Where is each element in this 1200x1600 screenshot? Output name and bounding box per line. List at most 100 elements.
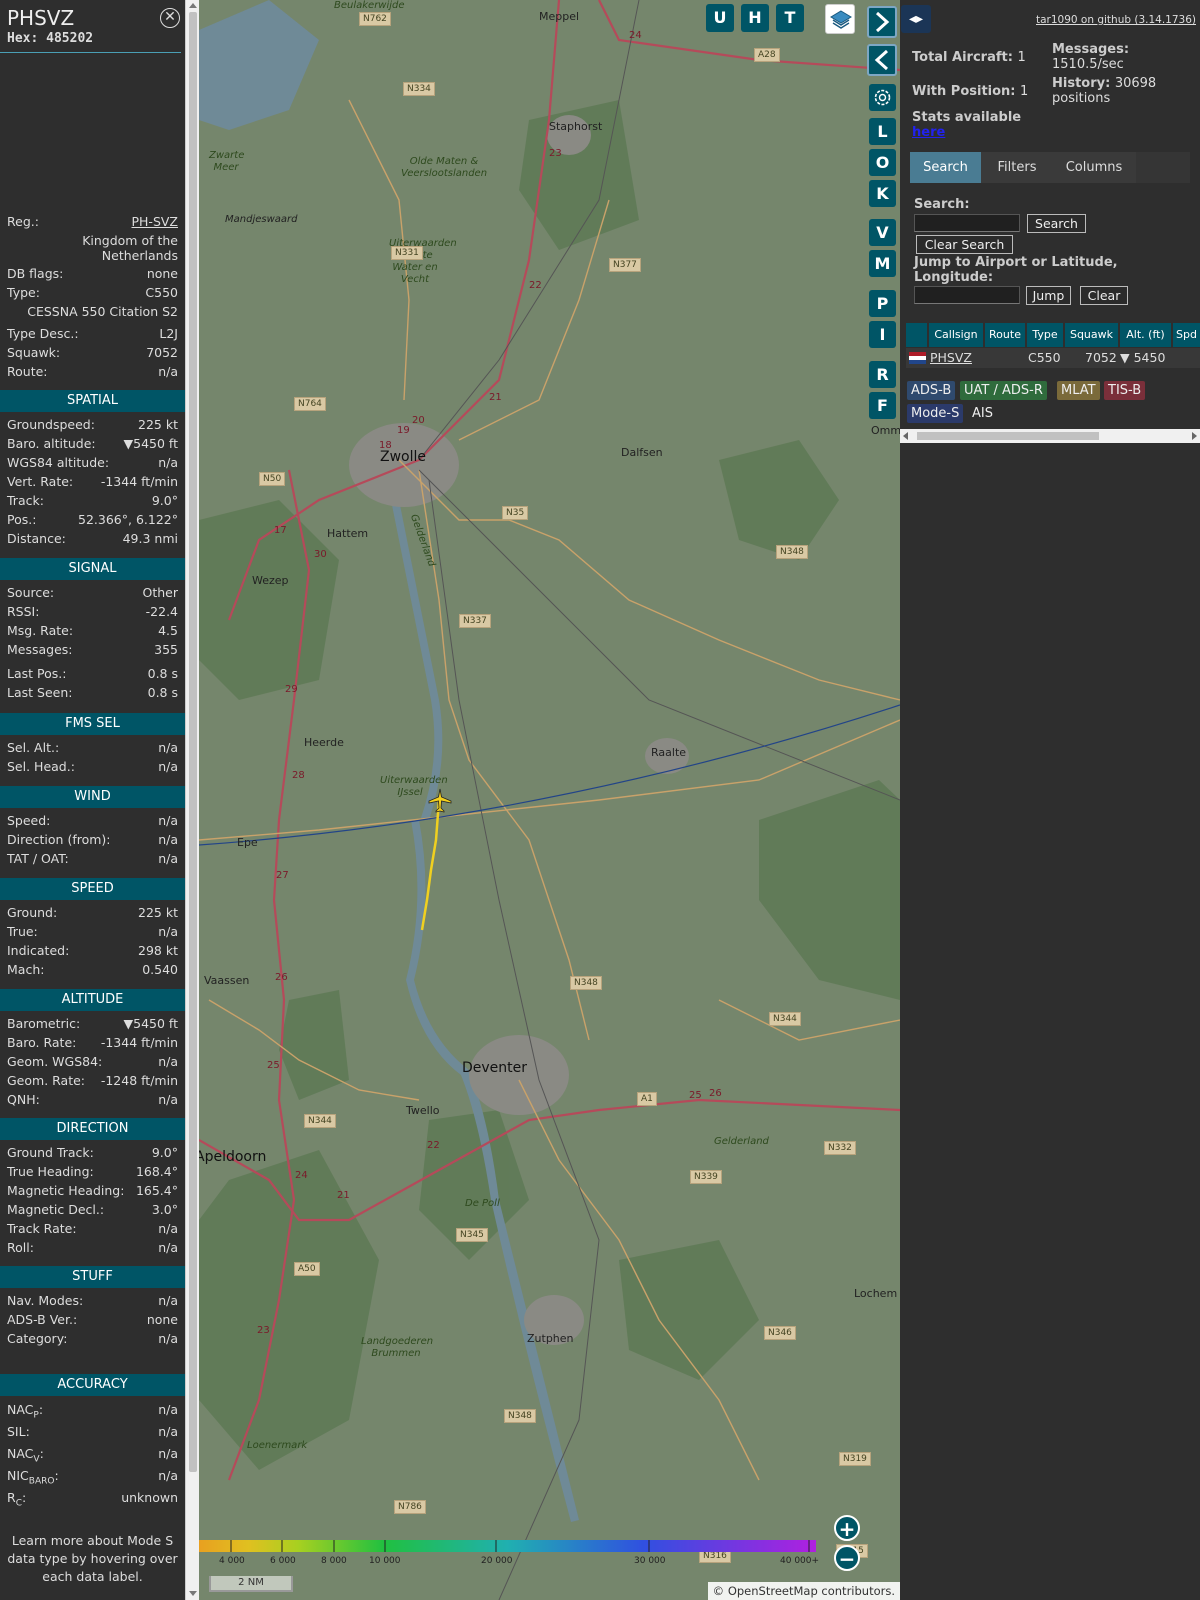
button-m[interactable]: M: [869, 250, 896, 277]
search-button[interactable]: Search: [1027, 214, 1086, 233]
clear-search-button[interactable]: Clear Search: [916, 235, 1013, 254]
button-f[interactable]: F: [869, 392, 896, 419]
scroll-down-icon[interactable]: [189, 1591, 197, 1596]
clear-jump-button[interactable]: Clear: [1080, 286, 1128, 305]
scroll-thumb[interactable]: [189, 12, 197, 1472]
column-altitude[interactable]: Alt. (ft): [1120, 323, 1172, 347]
detail-label: QNH:: [7, 1092, 40, 1107]
app-root: PHSVZ Hex: 485202 ✕ Reg.: PH-SVZ Kingdom …: [0, 0, 1200, 1600]
stats-available: Stats available: [912, 110, 1022, 125]
scroll-right-icon[interactable]: [1192, 432, 1197, 440]
detail-value: n/a: [158, 1054, 178, 1069]
detail-value: -1344 ft/min: [100, 474, 178, 489]
button-h[interactable]: H: [741, 4, 769, 32]
town-label: Apeldoorn: [199, 1149, 267, 1165]
tab-extra[interactable]: [1136, 152, 1190, 183]
button-t[interactable]: T: [776, 4, 804, 32]
detail-value: n/a: [158, 832, 178, 847]
legend-tick: 4 000: [219, 1556, 245, 1566]
detail-row: Indicated: 298 kt: [7, 943, 178, 961]
search-input[interactable]: [914, 214, 1020, 232]
detail-label: RSSI:: [7, 604, 40, 619]
table-hscrollbar[interactable]: [900, 429, 1200, 443]
github-link[interactable]: tar1090 on github (3.14.1736): [1036, 14, 1196, 26]
map-attribution[interactable]: © OpenStreetMap contributors.: [707, 1582, 900, 1600]
column-squawk[interactable]: Squawk: [1065, 323, 1119, 347]
tab-columns[interactable]: Columns: [1053, 152, 1135, 183]
detail-label: True:: [7, 924, 38, 939]
detail-row: SIL: n/a: [7, 1424, 178, 1442]
detail-row: Barometric: ▼5450 ft: [7, 1016, 178, 1034]
detail-label: SIL:: [7, 1424, 30, 1439]
close-icon[interactable]: ✕: [160, 8, 180, 28]
button-r[interactable]: R: [869, 361, 896, 388]
detail-label: R: [7, 1490, 16, 1505]
detail-label-wrap: NICBARO:: [7, 1468, 59, 1487]
column-speed[interactable]: Spd: [1173, 323, 1200, 347]
tab-search[interactable]: Search: [910, 152, 981, 183]
gear-icon[interactable]: [869, 84, 896, 111]
button-k[interactable]: K: [869, 180, 896, 207]
hscroll-thumb[interactable]: [917, 432, 1099, 440]
route-number: 27: [276, 870, 289, 881]
detail-value: n/a: [158, 740, 178, 755]
chevron-left-icon[interactable]: [867, 44, 897, 76]
detail-value: n/a: [158, 455, 178, 470]
road-label: N348: [570, 976, 602, 990]
route-number: 21: [489, 392, 502, 403]
detail-row: Source: Other: [7, 585, 178, 603]
zoom-in-button[interactable]: +: [834, 1515, 860, 1541]
area-label: Olde Maten & Veerslootslanden: [400, 156, 488, 179]
stats-link[interactable]: here: [912, 125, 945, 140]
layers-icon[interactable]: [825, 4, 855, 34]
road-label: N345: [456, 1228, 488, 1242]
row-squawk: 7052: [1085, 350, 1117, 365]
chevron-right-icon[interactable]: [867, 6, 897, 38]
tab-filters[interactable]: Filters: [982, 152, 1052, 183]
button-p[interactable]: P: [869, 290, 896, 317]
column-callsign[interactable]: Callsign: [929, 323, 984, 347]
road-label: N35: [502, 506, 529, 520]
detail-row: Pos.: 52.366°, 6.122°: [7, 512, 178, 530]
reg-link[interactable]: PH-SVZ: [132, 214, 179, 229]
label-colon: :: [21, 1490, 27, 1505]
jump-button[interactable]: Jump: [1026, 286, 1071, 305]
button-u[interactable]: U: [706, 4, 734, 32]
row-callsign[interactable]: PHSVZ: [930, 349, 972, 367]
detail-label: WGS84 altitude:: [7, 455, 110, 470]
route-number: 17: [274, 525, 287, 536]
column-flag[interactable]: [906, 323, 928, 347]
column-type[interactable]: Type: [1027, 323, 1064, 347]
road-label: N762: [359, 12, 391, 26]
zoom-out-button[interactable]: −: [834, 1545, 860, 1571]
detail-label: NAC: [7, 1402, 34, 1417]
detail-row: Baro. altitude: ▼5450 ft: [7, 436, 178, 454]
aircraft-icon[interactable]: [427, 788, 453, 814]
scroll-left-icon[interactable]: [903, 432, 908, 440]
detail-value: n/a: [158, 1221, 178, 1236]
row-type: C550: [1028, 350, 1061, 365]
detail-label: Geom. Rate:: [7, 1073, 86, 1088]
button-i[interactable]: I: [869, 321, 896, 348]
detail-value: 298 kt: [138, 943, 178, 958]
button-v[interactable]: V: [869, 219, 896, 246]
legend-tick: 8 000: [321, 1556, 347, 1566]
detail-label: Speed:: [7, 813, 51, 828]
detail-value: 225 kt: [138, 417, 178, 432]
info-country: Kingdom of the Netherlands: [82, 233, 178, 263]
jump-input[interactable]: [914, 286, 1020, 304]
button-l[interactable]: L: [869, 118, 896, 145]
column-route[interactable]: Route: [985, 323, 1026, 347]
scroll-up-icon[interactable]: [189, 3, 197, 8]
detail-row: Vert. Rate: -1344 ft/min: [7, 474, 178, 492]
area-label: De Poll: [465, 1198, 500, 1209]
detail-row: Track: 9.0°: [7, 493, 178, 511]
town-label: Ommen: [871, 424, 900, 437]
route-number: 25: [689, 1090, 702, 1101]
section-header-altitude: ALTITUDE: [0, 989, 185, 1011]
map[interactable]: Zwolle Deventer Raalte Dalfsen Hattem We…: [199, 0, 900, 1600]
expand-arrows-icon[interactable]: ◂▸: [901, 5, 931, 33]
detail-label: Sel. Head.:: [7, 759, 75, 774]
button-o[interactable]: O: [869, 149, 896, 176]
sidebar-scrollbar[interactable]: [185, 0, 199, 1600]
